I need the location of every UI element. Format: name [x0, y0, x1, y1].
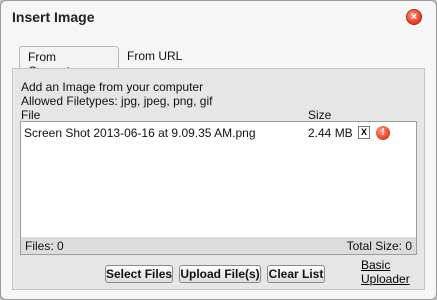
- dialog-title: Insert Image: [12, 9, 95, 25]
- allowed-filetypes: Allowed Filetypes: jpg, jpeg, png, gif: [21, 94, 213, 108]
- instructions-line: Add an Image from your computer: [21, 80, 204, 94]
- basic-uploader-link[interactable]: Basic Uploader: [361, 258, 410, 286]
- clear-list-button[interactable]: Clear List: [267, 265, 325, 283]
- files-count: Files: 0: [25, 239, 64, 253]
- file-row: Screen Shot 2013-06-16 at 9.09.35 AM.png…: [21, 124, 416, 142]
- upload-panel: Add an Image from your computer Allowed …: [12, 68, 425, 290]
- remove-file-button[interactable]: X: [358, 126, 370, 139]
- tab-from-computer[interactable]: From Computer: [19, 46, 119, 78]
- error-icon: !: [376, 126, 390, 140]
- select-files-button[interactable]: Select Files: [105, 265, 173, 283]
- column-header-file: File: [21, 108, 41, 122]
- file-list[interactable]: Screen Shot 2013-06-16 at 9.09.35 AM.png…: [20, 121, 417, 238]
- upload-instructions: Add an Image from your computer Allowed …: [21, 80, 212, 108]
- file-list-footer: Files: 0 Total Size: 0: [20, 237, 417, 255]
- error-glyph: !: [381, 127, 385, 138]
- column-header-size: Size: [308, 108, 332, 122]
- insert-image-dialog: Insert Image × From Computer From URL Ad…: [0, 0, 437, 300]
- upload-files-button[interactable]: Upload File(s): [179, 265, 261, 283]
- basic-uploader-line2: Uploader: [361, 272, 410, 286]
- basic-uploader-line1: Basic: [361, 258, 391, 272]
- file-name: Screen Shot 2013-06-16 at 9.09.35 AM.png: [24, 126, 256, 140]
- file-size: 2.44 MB: [308, 126, 353, 140]
- tab-from-url[interactable]: From URL: [119, 46, 209, 69]
- total-size: Total Size: 0: [346, 239, 412, 253]
- close-glyph: ×: [410, 10, 418, 23]
- close-icon[interactable]: ×: [406, 9, 422, 25]
